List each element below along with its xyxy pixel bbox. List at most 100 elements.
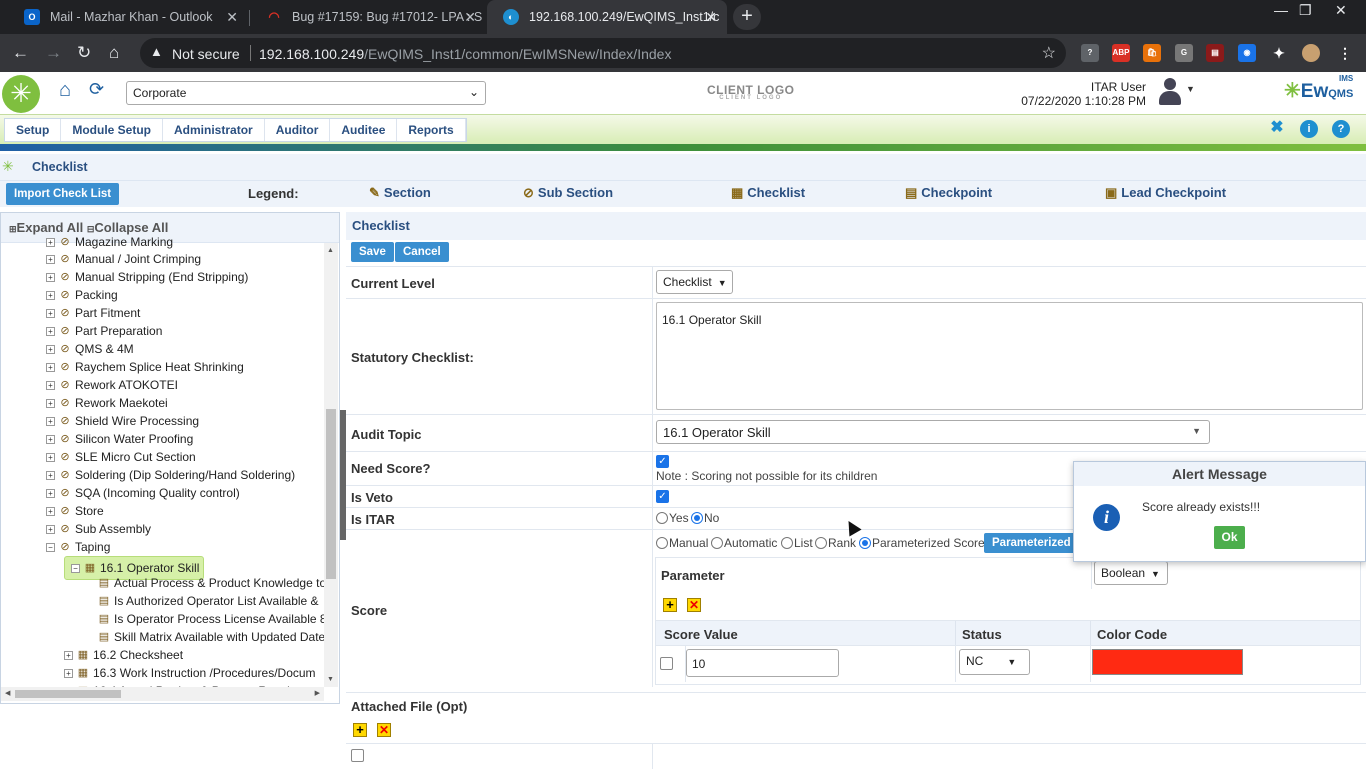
tree-node[interactable]: + ⊘ SQA (Incoming Quality control) [46,484,240,502]
minimize-icon[interactable]: — [1274,2,1288,18]
tree-node[interactable]: + ⊘ Part Preparation [46,322,162,340]
itar-yes-radio[interactable] [656,512,668,524]
expand-node-icon[interactable]: + [46,290,55,300]
delete-row-icon[interactable]: ✕ [687,598,701,612]
tree-node[interactable]: + ⊘ Sub Assembly [46,520,151,538]
adblock-icon[interactable]: ABP [1112,44,1130,62]
expand-node-icon[interactable]: + [46,470,55,480]
expand-node-icon[interactable]: + [46,237,55,247]
window-close-icon[interactable]: ✕ [1335,2,1347,19]
tree-node[interactable]: + ⊘ SLE Micro Cut Section [46,448,196,466]
home-icon[interactable]: ⌂ [59,79,71,102]
browser-tab-bug[interactable]: ◠ Bug #17159: Bug #17012- LPA : S ✕ [250,0,486,34]
expand-node-icon[interactable]: + [46,254,55,264]
user-avatar-icon[interactable] [1157,78,1183,106]
menu-administrator[interactable]: Administrator [163,119,265,141]
parameterized-button[interactable]: Parameterized [984,533,1084,553]
expand-node-icon[interactable]: + [46,272,55,282]
import-checklist-button[interactable]: Import Check List [6,183,120,205]
tree-node[interactable]: + ⊘ Part Fitment [46,304,140,322]
expand-node-icon[interactable]: + [46,488,55,498]
refresh-icon[interactable]: ⟳ [89,79,104,100]
tree-node-checklist[interactable]: + ▦ 16.3 Work Instruction /Procedures/Docu… [64,664,316,682]
browser-tab-active[interactable]: ◐ 192.168.100.249/EwQIMS_Inst1/c ✕ [487,0,727,34]
menu-auditor[interactable]: Auditor [265,119,331,141]
profile-avatar[interactable] [1302,44,1320,62]
collapse-node-icon[interactable]: − [71,563,80,573]
help-ext-icon[interactable]: ? [1081,44,1099,62]
expand-node-icon[interactable]: + [46,416,55,426]
tree-vertical-scrollbar[interactable]: ▲ ▼ [324,243,338,687]
info-icon[interactable]: i [1300,120,1318,138]
expand-node-icon[interactable]: + [46,524,55,534]
expand-node-icon[interactable]: + [46,398,55,408]
row-select-checkbox[interactable] [660,657,673,670]
browser-tab-outlook[interactable]: O Mail - Mazhar Khan - Outlook ✕ [8,0,248,34]
tree-node[interactable]: + ⊘ Packing [46,286,118,304]
menu-module-setup[interactable]: Module Setup [61,119,164,141]
file-select-checkbox[interactable] [351,749,364,762]
omnibox[interactable]: ▲ Not secure 192.168.100.249/EwQIMS_Inst… [140,38,1066,68]
tree-node[interactable]: + ⊘ QMS & 4M [46,340,134,358]
color-code-swatch[interactable] [1092,649,1243,675]
bag-ext-icon[interactable]: 🛍 [1143,44,1161,62]
tree-node-checkpoint[interactable]: ▤ Is Authorized Operator List Available & [97,592,319,610]
parameter-type-select[interactable]: Boolean ▼ [1094,561,1168,585]
help-icon[interactable]: ? [1332,120,1350,138]
score-automatic-radio[interactable] [711,537,723,549]
tree-node-checkpoint[interactable]: ▤ Is Operator Process License Available 8 [97,610,327,628]
scroll-down-icon[interactable]: ▼ [327,676,334,683]
expand-node-icon[interactable]: + [46,380,55,390]
tree-node[interactable]: + ⊘ Raychem Splice Heat Shrinking [46,358,244,376]
status-select[interactable]: NC ▼ [959,649,1030,675]
new-tab-button[interactable]: + [733,4,761,30]
expand-node-icon[interactable]: + [46,452,55,462]
need-score-checkbox[interactable]: ✓ [656,455,669,468]
expand-node-icon[interactable]: + [64,650,73,660]
home-browser-icon[interactable]: ⌂ [109,43,119,63]
current-level-select[interactable]: Checklist ▼ [656,270,733,294]
scroll-thumb[interactable] [15,690,121,698]
itar-no-radio[interactable] [691,512,703,524]
tree-node[interactable]: + ⊘ Manual / Joint Crimping [46,250,201,268]
score-list-radio[interactable] [781,537,793,549]
expand-node-icon[interactable]: + [46,506,55,516]
menu-reports[interactable]: Reports [397,119,466,141]
chrome-ext-icon[interactable]: ◉ [1238,44,1256,62]
score-rank-radio[interactable] [815,537,827,549]
tree-node[interactable]: + ⊘ Rework ATOKOTEI [46,376,178,394]
tree-node[interactable]: + ⊘ Silicon Water Proofing [46,430,193,448]
expand-node-icon[interactable]: + [46,362,55,372]
reload-icon[interactable]: ↻ [77,43,91,63]
tree-node-checkpoint[interactable]: ▤ Actual Process & Product Knowledge to [97,574,326,592]
score-manual-radio[interactable] [656,537,668,549]
tree-node[interactable]: + ⊘ Shield Wire Processing [46,412,199,430]
tree-horizontal-scrollbar[interactable]: ◀ ▶ [1,687,324,701]
scroll-right-icon[interactable]: ▶ [315,689,320,697]
close-tab-icon[interactable]: ✕ [464,9,476,26]
audit-topic-select[interactable]: 16.1 Operator Skill ▼ [656,420,1210,444]
scroll-thumb[interactable] [326,409,336,579]
alert-ok-button[interactable]: Ok [1214,526,1245,549]
add-file-icon[interactable]: + [353,723,367,737]
tree-node[interactable]: + ⊘ Store [46,502,104,520]
close-tab-icon[interactable]: ✕ [705,9,717,26]
caret-down-icon[interactable]: ▼ [1186,84,1195,94]
tree-node[interactable]: − ⊘ Taping [46,538,110,556]
g-ext-icon[interactable]: G [1175,44,1193,62]
collapse-node-icon[interactable]: − [46,542,55,552]
expand-node-icon[interactable]: + [46,326,55,336]
puzzle-icon[interactable]: ✦ [1270,44,1288,62]
expand-node-icon[interactable]: + [46,308,55,318]
tree-node-partial[interactable]: + ⊘ Magazine Marking [46,233,173,251]
restore-icon[interactable]: ❐ [1299,2,1312,19]
tree-node[interactable]: + ⊘ Rework Maekotei [46,394,168,412]
pdf-ext-icon[interactable]: ▤ [1206,44,1224,62]
kebab-menu-icon[interactable]: ⋮ [1336,44,1354,62]
save-button[interactable]: Save [351,242,394,262]
tree-node[interactable]: + ⊘ Soldering (Dip Soldering/Hand Solderin… [46,466,295,484]
statutory-checklist-textarea[interactable]: 16.1 Operator Skill [656,302,1363,410]
is-veto-checkbox[interactable]: ✓ [656,490,669,503]
add-row-icon[interactable]: + [663,598,677,612]
scroll-left-icon[interactable]: ◀ [5,689,10,697]
